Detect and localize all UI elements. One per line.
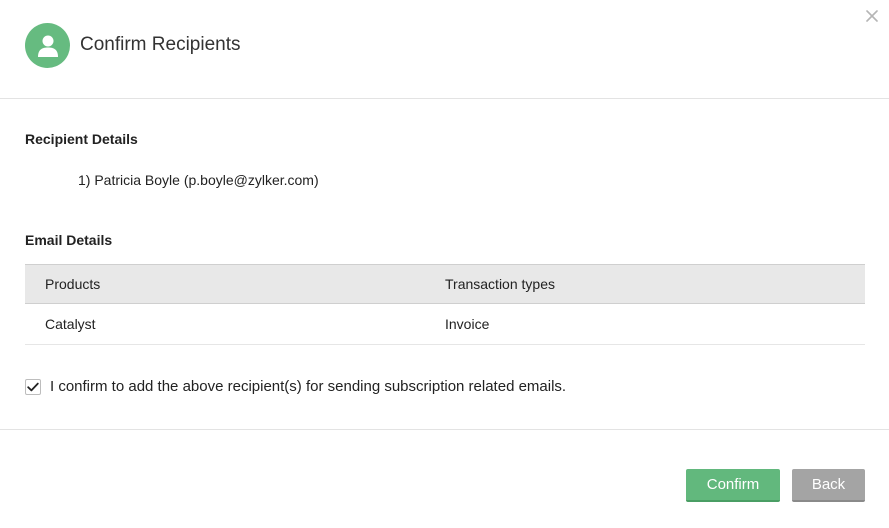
recipient-item: 1) Patricia Boyle (p.boyle@zylker.com) [78,172,319,188]
confirmation-row: I confirm to add the above recipient(s) … [25,378,566,395]
table-row: Catalyst Invoice [25,304,865,345]
footer-divider [0,429,889,430]
dialog-header: Confirm Recipients [0,0,889,99]
table-header: Products Transaction types [25,264,865,304]
back-button[interactable]: Back [792,469,865,502]
close-icon[interactable] [862,6,882,26]
dialog-title: Confirm Recipients [80,34,241,55]
table-cell-product: Catalyst [45,316,96,332]
table-cell-transaction-type: Invoice [445,316,490,332]
email-details-table: Products Transaction types Catalyst Invo… [25,264,865,345]
email-details-label: Email Details [25,232,113,248]
confirmation-text: I confirm to add the above recipient(s) … [50,378,567,395]
user-icon [25,23,70,68]
column-header-transaction-types: Transaction types [445,276,555,292]
recipient-details-label: Recipient Details [25,131,138,147]
checkmark-icon [27,382,39,391]
column-header-products: Products [45,276,101,292]
confirm-button[interactable]: Confirm [686,469,780,502]
confirm-recipients-dialog: Confirm Recipients Recipient Details 1) … [0,0,889,528]
confirm-checkbox[interactable] [25,378,41,395]
